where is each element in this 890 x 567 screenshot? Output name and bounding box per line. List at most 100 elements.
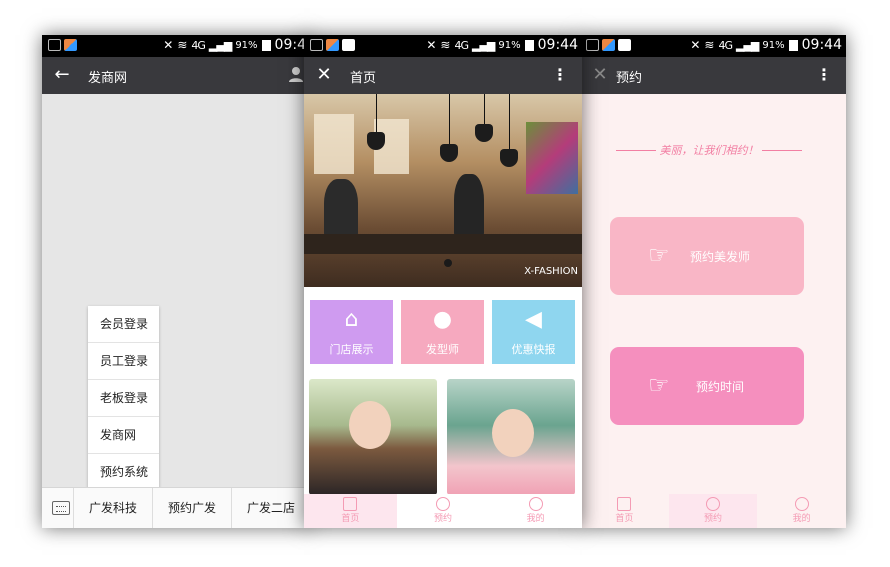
- popup-menu: 会员登录 员工登录 老板登录 发商网 预约系统: [88, 306, 159, 491]
- battery-icon: [524, 39, 534, 51]
- network-label: 4G: [718, 38, 733, 52]
- mute-icon: ✕: [426, 38, 437, 52]
- wifi-icon: ≋: [704, 38, 715, 52]
- home-icon: [617, 497, 632, 511]
- person-silhouette: [324, 179, 358, 239]
- user-icon[interactable]: [288, 66, 304, 82]
- button-label: 预约美发师: [690, 250, 751, 264]
- phone-screen-home: ✕ ≋ 4G ▂▄▆ 91% 09:44 ✕ 首页 ⋮ X-FASHION ⌂ …: [304, 35, 582, 528]
- image-notification-icon: [342, 39, 355, 51]
- battery-icon: [788, 39, 798, 51]
- carousel-dot: [444, 259, 452, 267]
- app-notification-icon: [326, 39, 339, 51]
- wifi-icon: ≋: [440, 38, 451, 52]
- photo-card[interactable]: [447, 379, 575, 495]
- arrow-left-icon[interactable]: ←: [52, 64, 72, 85]
- pendant-lamp: [500, 149, 518, 167]
- tile-store-display[interactable]: ⌂ 门店展示: [310, 300, 393, 364]
- signal-icon: ▂▄▆: [736, 38, 759, 52]
- status-bar: ✕ ≋ 4G ▂▄▆ 91% 09:44: [304, 35, 582, 57]
- person-silhouette: [454, 174, 484, 239]
- app-bar: ← 发商网: [42, 57, 310, 94]
- hero-caption: X-FASHION: [524, 266, 578, 277]
- battery-icon: [261, 39, 271, 51]
- photo-card[interactable]: [309, 379, 437, 495]
- tab-home[interactable]: 首页: [304, 494, 397, 528]
- battery-percent: 91%: [762, 39, 785, 51]
- lamp-cord: [509, 94, 510, 149]
- tile-label: 优惠快报: [511, 343, 556, 356]
- face-shape: [492, 409, 534, 457]
- menu-item-boss-login[interactable]: 老板登录: [88, 380, 159, 417]
- sim-icon: [586, 39, 599, 51]
- tab-bar: 首页 预约 我的: [580, 494, 846, 528]
- phone-screen-booking: ✕ ≋ 4G ▂▄▆ 91% 09:44 ✕ 预约 ⋮ 美丽，让我们相约！ ☞ …: [580, 35, 846, 528]
- pendant-lamp: [475, 124, 493, 142]
- lamp-cord: [449, 94, 450, 144]
- app-notification-icon: [602, 39, 615, 51]
- clock-icon: [436, 497, 450, 511]
- home-icon: [343, 497, 358, 511]
- app-bar: ✕ 首页 ⋮: [304, 57, 582, 94]
- bottom-menu-bar: 广发科技 预约广发 广发二店: [42, 487, 310, 528]
- status-time: 09:44: [801, 37, 842, 53]
- close-icon[interactable]: ✕: [314, 64, 334, 85]
- signal-icon: ▂▄▆: [472, 38, 495, 52]
- slogan: 美丽，让我们相约！: [616, 142, 802, 158]
- pointing-hand-icon: ☞: [648, 371, 670, 399]
- page-title: 预约: [616, 71, 643, 86]
- status-time: 09:4: [274, 37, 306, 53]
- tile-label: 门店展示: [329, 343, 374, 356]
- megaphone-icon: ◀: [525, 307, 542, 332]
- clock-icon: [706, 497, 720, 511]
- tile-promotions[interactable]: ◀ 优惠快报: [492, 300, 575, 364]
- network-label: 4G: [191, 38, 205, 52]
- tab-mine[interactable]: 我的: [489, 494, 582, 528]
- tab-label: 预约: [434, 514, 453, 524]
- button-label: 预约时间: [696, 380, 745, 394]
- image-notification-icon: [618, 39, 631, 51]
- tab-bar: 首页 预约 我的: [304, 494, 582, 528]
- more-vertical-icon[interactable]: ⋮: [552, 65, 568, 84]
- mute-icon: ✕: [163, 38, 174, 52]
- wifi-icon: ≋: [177, 38, 188, 52]
- lamp-cord: [484, 94, 485, 124]
- menu-item-fashang[interactable]: 发商网: [88, 417, 159, 454]
- keyboard-icon: [52, 501, 70, 515]
- more-vertical-icon[interactable]: ⋮: [816, 65, 832, 84]
- store-icon: ⌂: [344, 307, 359, 332]
- tile-stylist[interactable]: ● 发型师: [401, 300, 484, 364]
- menu-item-booking-system[interactable]: 预约系统: [88, 454, 159, 491]
- pendant-lamp: [440, 144, 458, 162]
- app-bar: ✕ 预约 ⋮: [580, 57, 846, 94]
- tv-screen-shape: [526, 122, 578, 194]
- sim-icon: [48, 39, 61, 51]
- bottom-tab-second-store[interactable]: 广发二店: [232, 488, 310, 528]
- network-label: 4G: [454, 38, 469, 52]
- face-shape: [349, 401, 391, 449]
- tab-booking[interactable]: 预约: [397, 494, 490, 528]
- book-stylist-button[interactable]: ☞ 预约美发师: [610, 217, 804, 295]
- battery-percent: 91%: [498, 39, 521, 51]
- pointing-hand-icon: ☞: [648, 241, 670, 269]
- pendant-lamp: [367, 132, 385, 150]
- profile-icon: [528, 497, 543, 511]
- feature-tiles: ⌂ 门店展示 ● 发型师 ◀ 优惠快报: [310, 300, 575, 364]
- salon-hero-image[interactable]: X-FASHION: [304, 94, 582, 287]
- profile-icon: [794, 497, 809, 511]
- bottom-tab-guangfa-tech[interactable]: 广发科技: [74, 488, 153, 528]
- keyboard-toggle[interactable]: [42, 488, 74, 528]
- tab-label: 预约: [704, 514, 723, 524]
- menu-item-member-login[interactable]: 会员登录: [88, 306, 159, 343]
- close-icon[interactable]: ✕: [590, 64, 610, 85]
- page-title: 首页: [350, 71, 377, 86]
- bottom-tab-booking[interactable]: 预约广发: [153, 488, 232, 528]
- tab-home[interactable]: 首页: [580, 494, 669, 528]
- mute-icon: ✕: [690, 38, 701, 52]
- tab-booking[interactable]: 预约: [668, 494, 758, 528]
- menu-item-staff-login[interactable]: 员工登录: [88, 343, 159, 380]
- tab-mine[interactable]: 我的: [757, 494, 846, 528]
- stylist-icon: ●: [432, 307, 453, 332]
- book-time-button[interactable]: ☞ 预约时间: [610, 347, 804, 425]
- status-time: 09:44: [537, 37, 578, 53]
